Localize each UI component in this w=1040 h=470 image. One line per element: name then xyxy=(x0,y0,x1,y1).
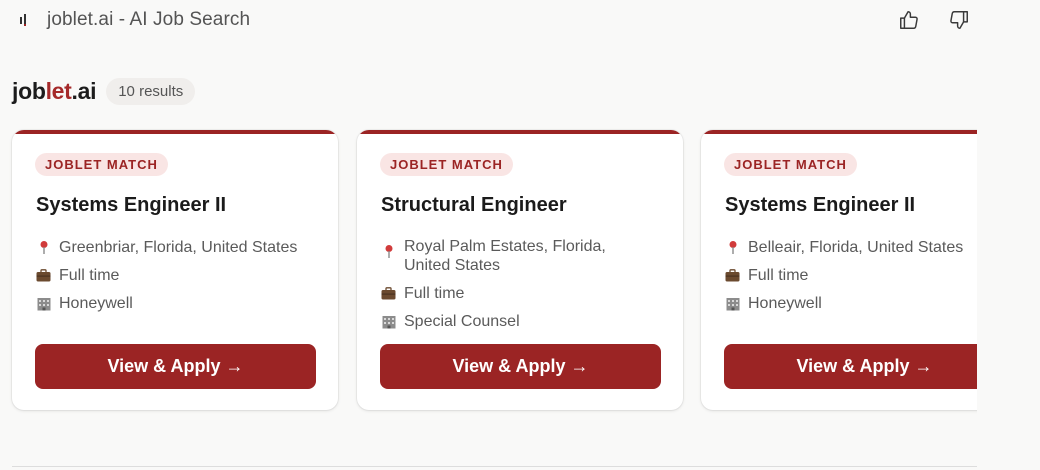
job-company: Honeywell xyxy=(36,294,324,313)
briefcase-icon xyxy=(381,286,396,301)
employment-text: Full time xyxy=(59,267,120,284)
app-favicon-icon xyxy=(18,12,32,28)
match-badge: JOBLET MATCH xyxy=(35,153,168,176)
job-company: Honeywell xyxy=(725,294,977,313)
top-bar: joblet.ai - AI Job Search xyxy=(0,0,1040,42)
job-card: JOBLET MATCH Structural Engineer Royal P… xyxy=(357,130,683,410)
job-location: Greenbriar, Florida, United States xyxy=(36,238,324,257)
employment-text: Full time xyxy=(748,267,809,284)
bottom-divider xyxy=(12,466,977,467)
pin-icon xyxy=(36,240,51,255)
location-text: Greenbriar, Florida, United States xyxy=(59,239,298,256)
pin-icon xyxy=(381,244,396,259)
job-card: JOBLET MATCH Systems Engineer II Greenbr… xyxy=(12,130,338,410)
location-text: Belleair, Florida, United States xyxy=(748,239,964,256)
view-apply-button[interactable]: View & Apply → xyxy=(724,344,977,389)
job-location: Royal Palm Estates, Florida, United Stat… xyxy=(381,237,623,275)
location-text: Royal Palm Estates, Florida, United Stat… xyxy=(404,238,606,274)
building-icon xyxy=(725,296,740,311)
job-title: Systems Engineer II xyxy=(725,194,916,216)
briefcase-icon xyxy=(36,268,51,283)
job-employment-type: Full time xyxy=(381,284,669,303)
page: joblet.ai - AI Job Search joblet.ai 10 r… xyxy=(0,0,1040,470)
brand-row: joblet.ai 10 results xyxy=(12,76,196,106)
job-employment-type: Full time xyxy=(36,266,324,285)
pin-icon xyxy=(725,240,740,255)
view-apply-button[interactable]: View & Apply → xyxy=(380,344,661,389)
job-title: Systems Engineer II xyxy=(36,194,227,216)
brand-logo: joblet.ai xyxy=(12,77,97,105)
match-badge: JOBLET MATCH xyxy=(380,153,513,176)
job-employment-type: Full time xyxy=(725,266,977,285)
job-cards-carousel[interactable]: JOBLET MATCH Systems Engineer II Greenbr… xyxy=(0,128,977,418)
company-text: Special Counsel xyxy=(404,313,520,330)
results-count-badge: 10 results xyxy=(106,77,196,105)
match-badge: JOBLET MATCH xyxy=(724,153,857,176)
job-card: JOBLET MATCH Systems Engineer II Belleai… xyxy=(701,130,977,410)
app-title: joblet.ai - AI Job Search xyxy=(47,9,251,30)
brand-part-ai: .ai xyxy=(71,77,97,104)
job-title: Structural Engineer xyxy=(381,194,567,216)
brand-part-job: job xyxy=(12,77,46,104)
job-company: Special Counsel xyxy=(381,312,669,331)
briefcase-icon xyxy=(725,268,740,283)
thumbs-down-icon[interactable] xyxy=(947,8,971,32)
brand-part-let: let xyxy=(45,77,72,104)
employment-text: Full time xyxy=(404,285,465,302)
company-text: Honeywell xyxy=(59,295,133,312)
building-icon xyxy=(36,296,51,311)
job-location: Belleair, Florida, United States xyxy=(725,238,977,257)
company-text: Honeywell xyxy=(748,295,822,312)
view-apply-button[interactable]: View & Apply → xyxy=(35,344,316,389)
building-icon xyxy=(381,314,396,329)
thumbs-up-icon[interactable] xyxy=(897,8,921,32)
